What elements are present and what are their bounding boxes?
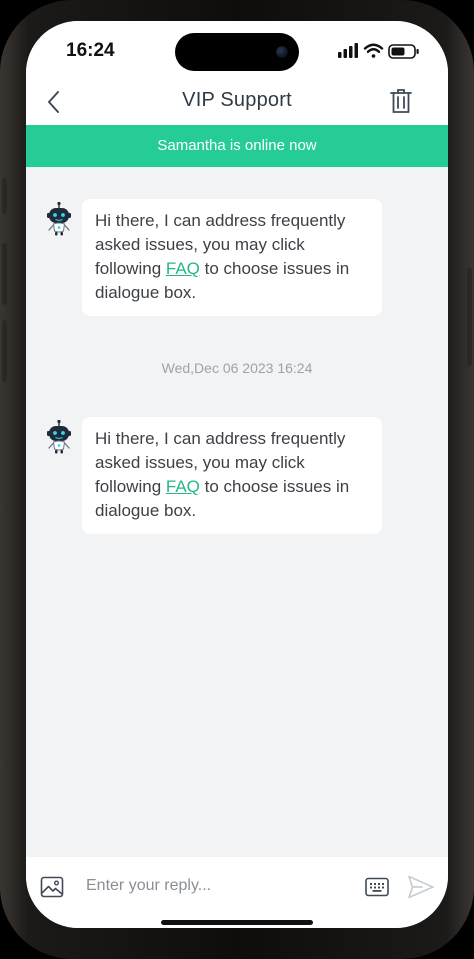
robot-avatar-icon [47, 419, 71, 454]
battery-icon [388, 44, 419, 59]
faq-link[interactable]: FAQ [166, 259, 200, 278]
status-icons [338, 43, 419, 59]
robot-avatar-icon [47, 201, 71, 236]
trash-icon [390, 89, 412, 113]
reply-input[interactable] [82, 871, 360, 901]
send-icon[interactable] [407, 874, 435, 900]
online-status-banner: Samantha is online now [26, 125, 448, 167]
page-title: VIP Support [182, 89, 292, 111]
volume-up-button [2, 243, 7, 305]
nav-bar: VIP Support [26, 79, 448, 125]
volume-down-button [2, 320, 7, 382]
action-button [2, 178, 7, 214]
message-timestamp: Wed,Dec 06 2023 16:24 [161, 360, 313, 376]
chat-area[interactable]: Hi there, I can address frequently asked… [26, 167, 448, 857]
app-screen: 16:24 VIP Support Samantha is online now… [26, 21, 448, 928]
status-bar: 16:24 [26, 21, 448, 79]
signal-icon [338, 43, 358, 58]
bot-message-bubble: Hi there, I can address frequently asked… [82, 199, 382, 316]
status-time: 16:24 [66, 40, 115, 61]
faq-link[interactable]: FAQ [166, 477, 200, 496]
wifi-icon [363, 43, 384, 58]
front-camera [276, 46, 288, 58]
reply-composer [26, 857, 448, 928]
home-indicator [161, 920, 313, 925]
delete-button[interactable] [390, 88, 412, 114]
keyboard-icon[interactable] [365, 875, 389, 899]
image-icon[interactable] [40, 875, 64, 899]
bot-message-bubble: Hi there, I can address frequently asked… [82, 417, 382, 534]
power-button [467, 268, 472, 366]
